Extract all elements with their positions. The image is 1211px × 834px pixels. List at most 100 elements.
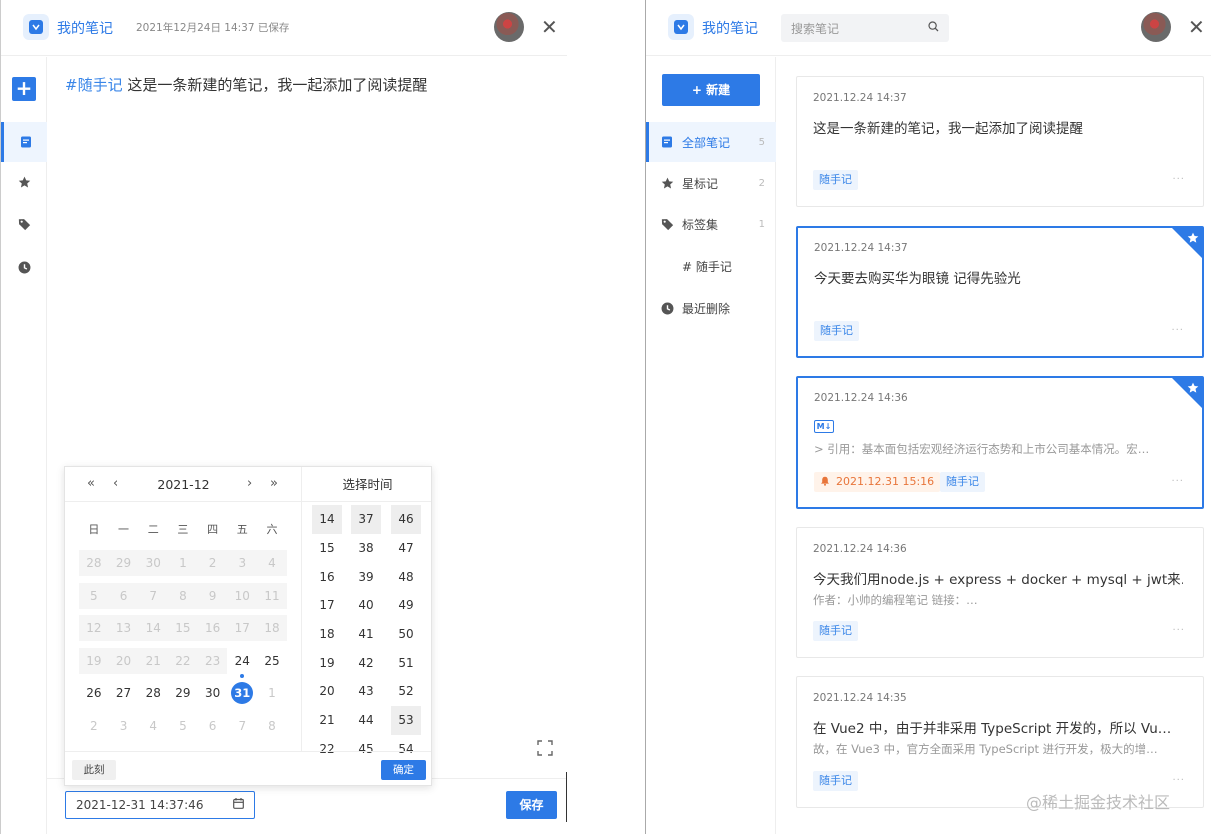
sidebar-item-recent-deleted[interactable]	[1, 247, 47, 287]
hour-option[interactable]: 19	[312, 648, 342, 677]
minute-option[interactable]: 42	[351, 648, 381, 677]
reminder-badge[interactable]: 2021.12.31 15:16	[814, 472, 941, 492]
calendar-day[interactable]: 28	[138, 680, 168, 706]
minute-column[interactable]: 37 38 39 40 41 42 43 44 45	[351, 505, 381, 763]
note-card[interactable]: 2021.12.24 14:37 今天要去购买华为眼镜 记得先验光 随手记 ···	[796, 226, 1204, 358]
calendar-day-number: 2	[208, 556, 217, 571]
clock-icon	[660, 302, 674, 315]
add-note-button[interactable]: +	[12, 77, 36, 101]
sidebar-item-tags[interactable]	[1, 204, 47, 244]
calendar-day-selected[interactable]: 31	[227, 680, 257, 706]
note-card-tag[interactable]: 随手记	[813, 621, 858, 641]
calendar-icon[interactable]	[233, 798, 244, 812]
minute-option[interactable]: 40	[351, 591, 381, 620]
sidebar-item-starred[interactable]	[1, 162, 47, 202]
nav-item[interactable]: # 随手记	[646, 246, 776, 286]
more-options-icon[interactable]: ···	[1171, 325, 1184, 336]
calendar-day[interactable]: 25	[257, 648, 287, 674]
second-option[interactable]: 46	[391, 505, 421, 534]
minute-option[interactable]: 41	[351, 620, 381, 649]
avatar[interactable]	[494, 12, 524, 42]
note-card[interactable]: 2021.12.24 14:36 今天我们用node.js + express +…	[796, 527, 1204, 658]
minute-option[interactable]: 44	[351, 706, 381, 735]
calendar-panel: « ‹ 2021-12 › » 日一二三四五六 28 29 30 1 2 3 4 5 6 7 8 9 1…	[65, 467, 302, 751]
more-options-icon[interactable]: ···	[1172, 625, 1185, 636]
next-month-button[interactable]: ›	[247, 476, 252, 491]
note-content[interactable]: 这是一条新建的笔记，我一起添加了阅读提醒	[127, 76, 427, 94]
hour-option[interactable]: 17	[312, 591, 342, 620]
second-option[interactable]: 49	[391, 591, 421, 620]
hour-option[interactable]: 21	[312, 706, 342, 735]
hour-option[interactable]: 16	[312, 562, 342, 591]
new-note-button[interactable]: + 新建	[662, 74, 760, 106]
fullscreen-icon[interactable]	[537, 740, 553, 760]
search-icon[interactable]	[928, 21, 939, 35]
note-card-tag[interactable]: 随手记	[813, 771, 858, 791]
calendar-day[interactable]: 27	[109, 680, 139, 706]
calendar-day[interactable]: 3	[109, 713, 139, 739]
second-option[interactable]: 47	[391, 534, 421, 563]
calendar-day[interactable]: 30	[198, 680, 228, 706]
nav-item[interactable]: 最近删除	[646, 288, 776, 328]
second-option[interactable]: 52	[391, 677, 421, 706]
second-column[interactable]: 46 47 48 49 50 51 52 53 54	[391, 505, 421, 763]
calendar-day[interactable]: 5	[168, 713, 198, 739]
next-year-button[interactable]: »	[270, 476, 278, 491]
nav-item[interactable]: 星标记 2	[646, 163, 776, 203]
calendar-day[interactable]: 2	[79, 713, 109, 739]
clock-icon	[18, 261, 30, 273]
app-logo-icon	[668, 14, 694, 40]
calendar-day: 14	[138, 615, 169, 642]
note-card-tag[interactable]: 随手记	[813, 170, 858, 190]
reminder-datetime-input[interactable]: 2021-12-31 14:37:46	[65, 791, 255, 819]
avatar[interactable]	[1141, 12, 1171, 42]
calendar-day-number: 13	[115, 621, 132, 636]
second-option[interactable]: 53	[391, 705, 421, 735]
note-card-title: 这是一条新建的笔记，我一起添加了阅读提醒	[813, 121, 1083, 137]
second-option[interactable]: 50	[391, 620, 421, 649]
more-options-icon[interactable]: ···	[1171, 476, 1184, 487]
calendar-day-number: 16	[204, 621, 221, 636]
calendar-day-number: 1	[268, 686, 276, 701]
minute-option[interactable]: 38	[351, 534, 381, 563]
hour-option[interactable]: 14	[312, 505, 342, 534]
calendar-day[interactable]: 1	[257, 680, 287, 706]
calendar-day[interactable]: 6	[198, 713, 228, 739]
hour-option[interactable]: 15	[312, 534, 342, 563]
calendar-day[interactable]: 29	[168, 680, 198, 706]
hour-option[interactable]: 20	[312, 677, 342, 706]
now-button[interactable]: 此刻	[72, 760, 116, 780]
hour-column[interactable]: 14 15 16 17 18 19 20 21 22	[312, 505, 342, 763]
close-icon[interactable]: ✕	[1188, 17, 1205, 37]
sidebar-item-notes[interactable]	[1, 122, 47, 162]
minute-option[interactable]: 39	[351, 562, 381, 591]
save-button[interactable]: 保存	[506, 791, 557, 819]
calendar-day: 3	[227, 550, 258, 577]
calendar-day[interactable]: 8	[257, 713, 287, 739]
note-editor[interactable]: #随手记 这是一条新建的笔记，我一起添加了阅读提醒	[65, 74, 427, 95]
more-options-icon[interactable]: ···	[1172, 775, 1185, 786]
calendar-day[interactable]: 4	[138, 713, 168, 739]
calendar-day: 15	[168, 615, 198, 642]
note-tag[interactable]: #随手记	[65, 76, 123, 94]
weekday-row: 日一二三四五六	[79, 521, 287, 537]
more-options-icon[interactable]: ···	[1172, 174, 1185, 185]
nav-item[interactable]: 全部笔记 5	[646, 122, 776, 162]
calendar-day-today[interactable]: 24	[227, 648, 257, 678]
second-option[interactable]: 48	[391, 562, 421, 591]
list-sidebar: + 新建 全部笔记 5 星标记 2 标签集 1 # 随手记 最近删除	[646, 57, 776, 834]
calendar-day[interactable]: 26	[79, 680, 109, 706]
search-input[interactable]: 搜索笔记	[781, 14, 949, 42]
note-card-tag[interactable]: 随手记	[940, 472, 985, 492]
note-card[interactable]: 2021.12.24 14:37 这是一条新建的笔记，我一起添加了阅读提醒 随手记 ·…	[796, 76, 1204, 207]
minute-option[interactable]: 37	[351, 505, 381, 534]
second-option[interactable]: 51	[391, 648, 421, 677]
confirm-button[interactable]: 确定	[381, 760, 426, 780]
nav-item[interactable]: 标签集 1	[646, 204, 776, 244]
note-card[interactable]: 2021.12.24 14:36 M↓ > 引用：基本面包括宏观经济运行态势和上市公…	[796, 376, 1204, 509]
close-icon[interactable]: ✕	[541, 17, 558, 37]
hour-option[interactable]: 18	[312, 620, 342, 649]
calendar-day[interactable]: 7	[227, 713, 257, 739]
minute-option[interactable]: 43	[351, 677, 381, 706]
note-card-tag[interactable]: 随手记	[814, 321, 859, 341]
